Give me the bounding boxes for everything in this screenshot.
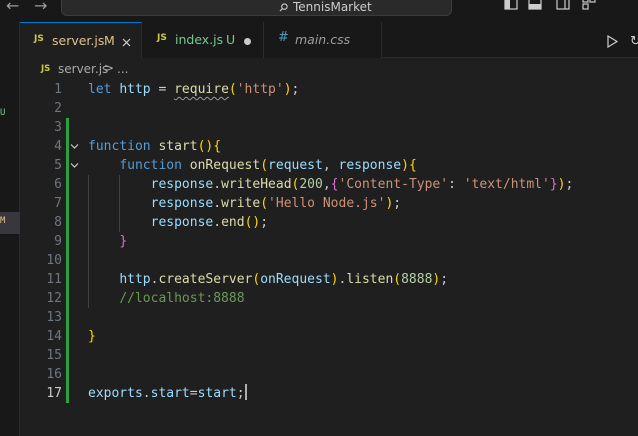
customize-layout-icon[interactable]	[582, 0, 596, 10]
line-number: 3	[54, 120, 62, 135]
explorer-item-selected[interactable]: M	[0, 212, 20, 234]
unsaved-dot-icon[interactable]	[244, 38, 251, 45]
code-line[interactable]: 11 http.createServer(onRequest).listen(8…	[20, 270, 638, 289]
breadcrumb: JS server.js > ...	[20, 58, 638, 80]
code-line[interactable]: 12 //localhost:8888	[20, 289, 638, 308]
toggle-panel-icon[interactable]	[528, 0, 542, 10]
code-text: }	[119, 234, 128, 249]
code-line[interactable]: 10	[20, 251, 638, 270]
breadcrumb-file[interactable]: server.js	[58, 62, 108, 76]
line-number: 8	[54, 215, 62, 230]
run-icon[interactable]	[606, 35, 619, 48]
code-text: //localhost:8888	[119, 291, 245, 306]
toggle-primary-sidebar-icon[interactable]	[504, 0, 518, 10]
explorer-sidebar-edge: U M	[0, 22, 20, 436]
tab-label: index.js	[175, 32, 224, 47]
line-number: 2	[54, 101, 62, 116]
code-text: response.end();	[150, 215, 269, 230]
code-text: function start(){	[88, 139, 222, 154]
line-number: 7	[54, 196, 62, 211]
breadcrumb-symbol[interactable]: ...	[117, 62, 128, 76]
tab-label: main.css	[295, 32, 351, 47]
chevron-down-icon[interactable]	[70, 161, 79, 170]
command-center-search[interactable]: TennisMarket	[61, 0, 452, 16]
code-line[interactable]: 13	[20, 308, 638, 327]
code-line[interactable]: 15	[20, 346, 638, 365]
code-line[interactable]: 16	[20, 365, 638, 384]
code-line[interactable]: 5 function onRequest(request, response){	[20, 156, 638, 175]
chevron-right-icon: >	[104, 61, 115, 75]
tab-server-js[interactable]: JS server.js M	[20, 22, 142, 59]
text-cursor	[244, 384, 247, 400]
search-icon	[279, 3, 288, 12]
line-number: 9	[54, 234, 62, 249]
untracked-badge: U	[0, 108, 6, 118]
code-line[interactable]: 1 let http = require('http');	[20, 80, 638, 99]
close-icon[interactable]	[122, 38, 131, 47]
workspace-title: TennisMarket	[293, 0, 372, 14]
code-line[interactable]: 3	[20, 118, 638, 137]
title-bar: ← → TennisMarket	[0, 0, 638, 22]
code-line[interactable]: 14}	[20, 327, 638, 346]
line-number: 6	[54, 177, 62, 192]
editor-tab-bar: JS server.js M JS index.js U # main.css	[20, 22, 638, 59]
code-line[interactable]: 7 response.write('Hello Node.js');	[20, 194, 638, 213]
line-number: 4	[54, 139, 62, 154]
line-number: 11	[46, 272, 62, 287]
code-text: http.createServer(onRequest).listen(8888…	[119, 272, 449, 287]
js-file-icon: JS	[34, 34, 44, 44]
code-text: response.writeHead(200,{'Content-Type': …	[150, 177, 574, 192]
arrow-left-icon[interactable]: ←	[6, 0, 19, 17]
code-text: function onRequest(request, response){	[119, 158, 417, 173]
chevron-down-icon[interactable]	[70, 142, 79, 151]
code-text: }	[88, 329, 96, 344]
line-number: 15	[46, 348, 62, 363]
modified-badge: M	[0, 216, 6, 226]
code-line[interactable]: 2	[20, 99, 638, 118]
line-number: 16	[46, 367, 62, 382]
arrow-right-icon[interactable]: →	[34, 0, 47, 17]
tab-index-js[interactable]: JS index.js U	[142, 22, 264, 58]
js-file-icon: JS	[41, 64, 51, 74]
tab-label: server.js	[52, 33, 105, 48]
line-number: 5	[54, 158, 62, 173]
line-number: 17	[46, 386, 62, 401]
code-line[interactable]: 9 }	[20, 232, 638, 251]
tab-main-css[interactable]: # main.css	[264, 22, 382, 58]
split-editor-icon[interactable]: ↻	[630, 34, 638, 49]
tab-git-status: M	[104, 33, 115, 48]
line-number: 10	[46, 253, 62, 268]
code-text: exports.start=start;	[88, 384, 247, 401]
line-number: 1	[54, 82, 62, 97]
code-text: let http = require('http');	[88, 82, 300, 97]
css-file-icon: #	[278, 30, 289, 45]
code-line[interactable]: 17 exports.start=start;	[20, 384, 638, 403]
js-file-icon: JS	[157, 33, 167, 43]
code-line[interactable]: 8 response.end();	[20, 213, 638, 232]
tab-git-status: U	[226, 32, 236, 47]
code-line[interactable]: 6 response.writeHead(200,{'Content-Type'…	[20, 175, 638, 194]
line-number: 13	[46, 310, 62, 325]
code-line[interactable]: 4 function start(){	[20, 137, 638, 156]
code-editor[interactable]: 1 let http = require('http'); 2 3 4 function …	[20, 80, 638, 436]
line-number: 14	[46, 329, 62, 344]
toggle-secondary-sidebar-icon[interactable]	[556, 0, 570, 10]
code-text: response.write('Hello Node.js');	[150, 196, 402, 211]
line-number: 12	[46, 291, 62, 306]
